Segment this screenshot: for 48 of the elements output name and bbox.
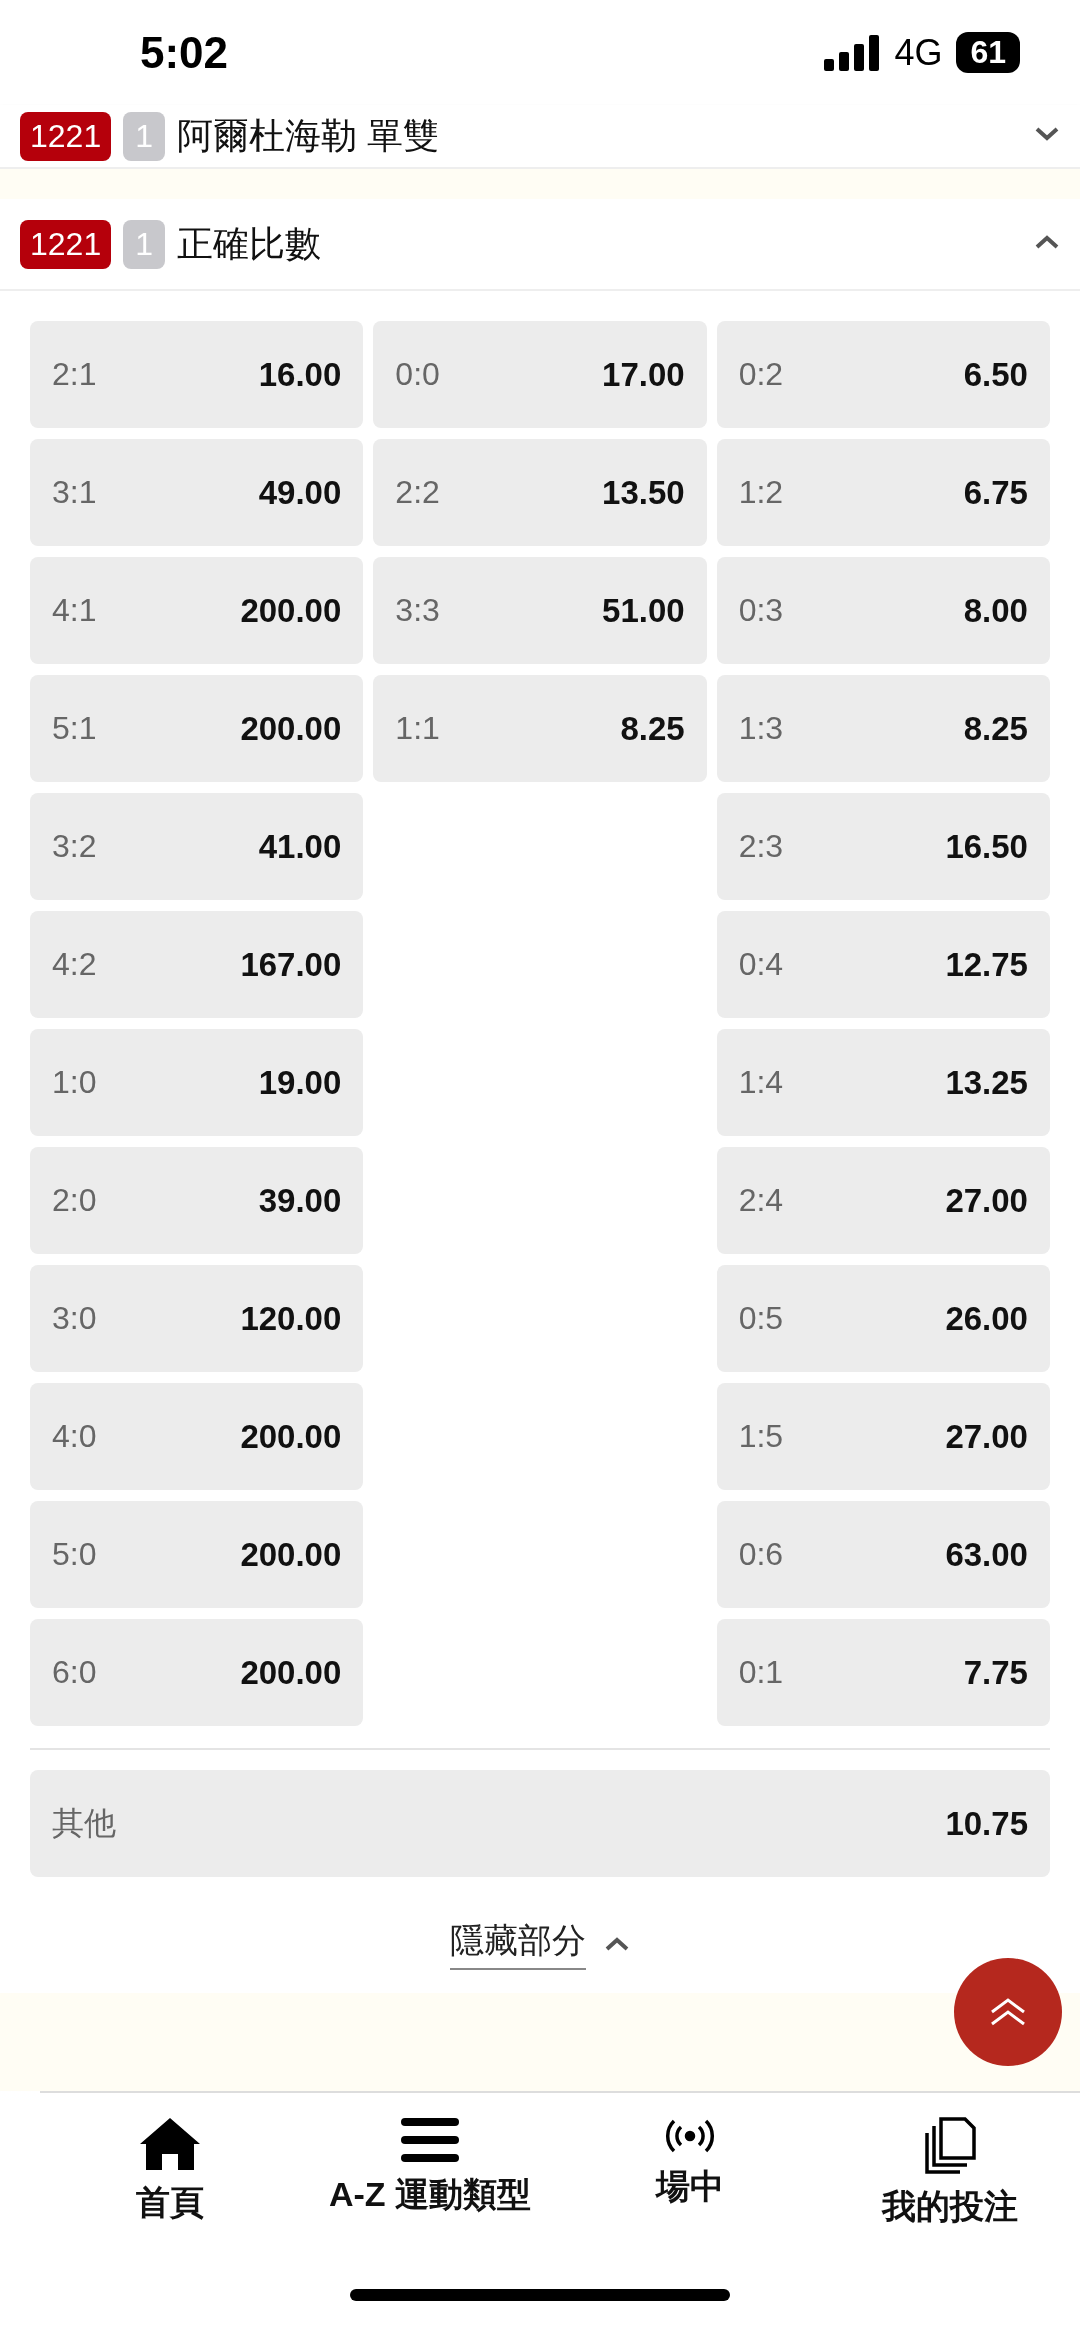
- odds-cell[interactable]: 0:0 17.00: [373, 321, 707, 428]
- odds-cell[interactable]: 0:6 63.00: [716, 1501, 1050, 1608]
- odds-cell[interactable]: 2:4 27.00: [716, 1147, 1050, 1254]
- odds-cell[interactable]: 0:5 26.00: [716, 1265, 1050, 1372]
- nav-tab[interactable]: 首頁: [40, 2115, 300, 2241]
- chevron-up-icon: [1034, 234, 1060, 250]
- odds-cell[interactable]: 4:1 200.00: [30, 557, 364, 664]
- battery-level: 61: [956, 32, 1020, 73]
- chevron-down-icon: [1034, 126, 1060, 142]
- menu-icon: [399, 2116, 461, 2164]
- odds-cell[interactable]: 1:3 8.25: [716, 675, 1050, 782]
- match-code-badge: 1221: [20, 219, 112, 269]
- odds-cell[interactable]: 6:0 200.00: [30, 1619, 364, 1726]
- odds-cell[interactable]: 1:4 13.25: [716, 1029, 1050, 1136]
- odds-cell[interactable]: 4:0 200.00: [30, 1383, 364, 1490]
- odds-cell[interactable]: 0:1 7.75: [716, 1619, 1050, 1726]
- documents-icon: [923, 2116, 977, 2176]
- nav-tab[interactable]: A-Z 運動類型: [300, 2115, 560, 2241]
- chevron-up-icon: [604, 1936, 630, 1952]
- odds-cell[interactable]: 2:3 16.50: [716, 793, 1050, 900]
- signal-icon: [824, 34, 881, 71]
- odds-cell[interactable]: 5:0 200.00: [30, 1501, 364, 1608]
- nav-tab[interactable]: 場中: [560, 2115, 820, 2241]
- odds-cell[interactable]: 2:0 39.00: [30, 1147, 364, 1254]
- odds-cell[interactable]: 其他 10.75: [30, 1770, 1050, 1877]
- network-label: 4G: [894, 31, 943, 74]
- odds-cell[interactable]: 5:1 200.00: [30, 675, 364, 782]
- odds-cell[interactable]: 1:1 8.25: [373, 675, 707, 782]
- odds-cell[interactable]: 1:0 19.00: [30, 1029, 364, 1136]
- odds-cell[interactable]: 0:2 6.50: [716, 321, 1050, 428]
- odds-cell[interactable]: 0:3 8.00: [716, 557, 1050, 664]
- hide-toggle[interactable]: 隱藏部分: [444, 1917, 636, 1971]
- odds-cell[interactable]: 3:0 120.00: [30, 1265, 364, 1372]
- market-title[interactable]: 阿爾杜海勒 單雙: [177, 111, 1022, 161]
- odds-cell[interactable]: 0:4 12.75: [716, 911, 1050, 1018]
- odds-cell[interactable]: 2:1 16.00: [30, 321, 364, 428]
- odds-cell[interactable]: 1:2 6.75: [716, 439, 1050, 546]
- odds-cell[interactable]: 1:5 27.00: [716, 1383, 1050, 1490]
- status-time: 5:02: [140, 27, 230, 78]
- odds-cell[interactable]: 2:2 13.50: [373, 439, 707, 546]
- match-code-badge: 1221: [20, 111, 112, 161]
- odds-cell[interactable]: 3:2 41.00: [30, 793, 364, 900]
- home-icon: [138, 2116, 202, 2172]
- odds-cell[interactable]: 4:2 167.00: [30, 911, 364, 1018]
- odds-cell[interactable]: 3:3 51.00: [373, 557, 707, 664]
- market-title[interactable]: 正確比數: [177, 219, 1022, 269]
- nav-tab[interactable]: 我的投注: [820, 2115, 1080, 2241]
- odds-cell[interactable]: 3:1 49.00: [30, 439, 364, 546]
